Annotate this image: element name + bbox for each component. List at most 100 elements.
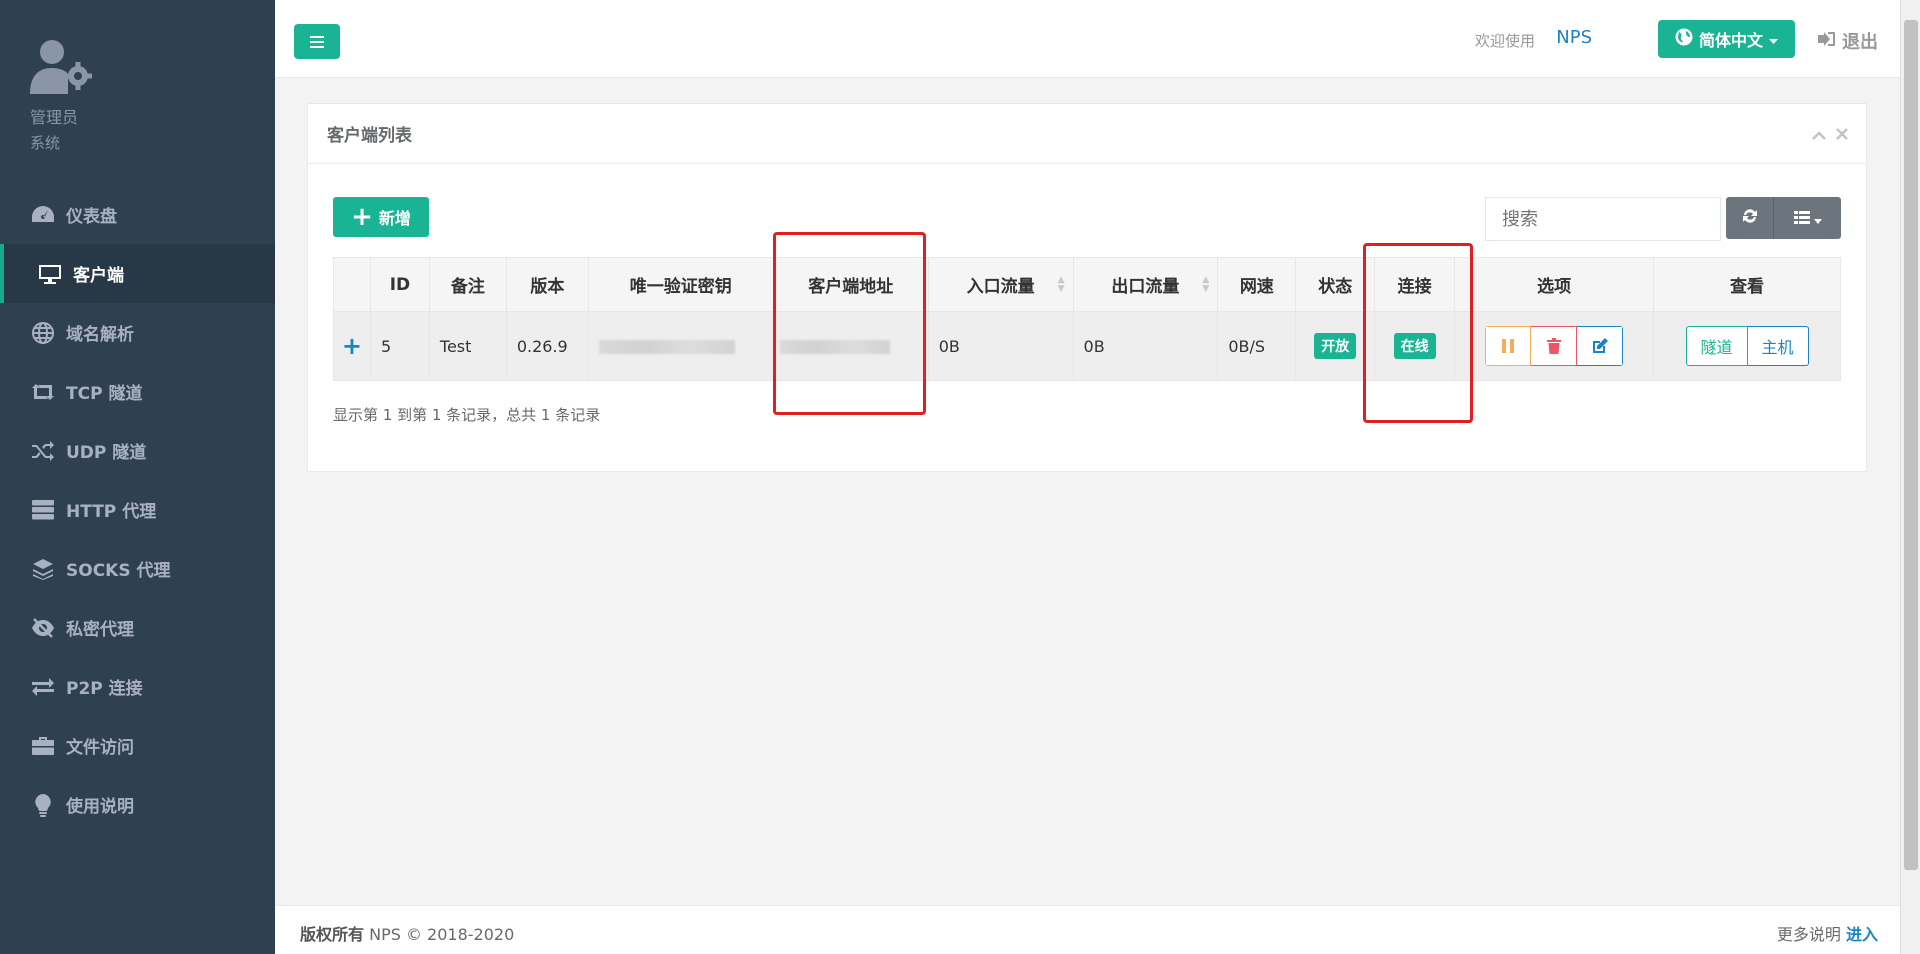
edit-icon — [1592, 338, 1608, 353]
language-label: 简体中文 — [1698, 31, 1763, 50]
expand-column-header — [333, 257, 371, 312]
sidebar-item-clients[interactable]: 客户端 — [0, 244, 275, 303]
cell-remark: Test — [428, 311, 507, 381]
panel-tools — [1812, 124, 1848, 145]
logout-link[interactable]: 退出 — [1818, 28, 1878, 54]
column-header: 备注 — [428, 257, 507, 312]
sidebar-item-udp[interactable]: UDP 隧道 — [0, 421, 275, 480]
expand-row-button[interactable]: + — [333, 311, 371, 381]
sidebar-item-label: SOCKS 代理 — [66, 561, 171, 581]
pause-button[interactable] — [1485, 326, 1532, 366]
sign-out-icon — [1818, 31, 1836, 52]
sidebar-item-files[interactable]: 文件访问 — [0, 716, 275, 775]
menu-toggle-button[interactable] — [294, 24, 340, 59]
columns-toggle-button[interactable] — [1774, 197, 1841, 239]
eye-slash-icon — [30, 615, 56, 641]
brand-link[interactable]: NPS — [1556, 27, 1592, 48]
dashboard-icon — [30, 202, 56, 228]
sidebar-item-label: 私密代理 — [66, 620, 134, 640]
sidebar-item-label: HTTP 代理 — [66, 502, 157, 522]
sidebar: 管理员 系统 仪表盘 客户端 域名解析 TCP 隧道 UDP 隧道 HTTP 代… — [0, 0, 275, 954]
sidebar-item-label: 客户端 — [73, 266, 124, 286]
sidebar-item-secret[interactable]: 私密代理 — [0, 598, 275, 657]
edit-button[interactable] — [1577, 326, 1624, 366]
plus-icon: + — [341, 332, 363, 360]
footer: 版权所有 NPS © 2018-2020 更多说明 进入 — [275, 905, 1900, 954]
refresh-icon — [1741, 207, 1759, 229]
layers-icon — [30, 556, 56, 582]
plus-icon: + — [351, 202, 373, 232]
view-buttons: 隧道 主机 — [1685, 326, 1809, 366]
search-input[interactable] — [1485, 197, 1721, 241]
briefcase-icon — [30, 733, 56, 759]
cell-id: 5 — [369, 311, 430, 381]
random-icon — [30, 438, 56, 464]
server-icon — [30, 497, 56, 523]
column-header: 唯一验证密钥 — [587, 257, 774, 312]
redacted-key — [598, 340, 735, 354]
cell-connection: 在线 — [1374, 311, 1456, 381]
column-header[interactable]: ID — [369, 257, 430, 312]
table-toolbar — [1726, 197, 1841, 239]
panel-title: 客户端列表 — [308, 104, 1866, 164]
chevron-up-icon[interactable] — [1812, 124, 1826, 145]
sidebar-item-help[interactable]: 使用说明 — [0, 775, 275, 834]
cell-in-traffic: 0B — [927, 311, 1074, 381]
column-header: 状态 — [1295, 257, 1376, 312]
logout-label: 退出 — [1842, 32, 1878, 53]
sidebar-nav: 仪表盘 客户端 域名解析 TCP 隧道 UDP 隧道 HTTP 代理 SOCKS… — [0, 185, 275, 834]
top-bar: 欢迎使用 NPS 简体中文 退出 — [275, 0, 1900, 78]
language-dropdown[interactable]: 简体中文 — [1658, 20, 1795, 58]
column-header-label: 出口流量 — [1111, 277, 1180, 297]
sidebar-item-p2p[interactable]: P2P 连接 — [0, 657, 275, 716]
delete-button[interactable] — [1531, 326, 1578, 366]
sidebar-item-dashboard[interactable]: 仪表盘 — [0, 185, 275, 244]
pause-icon — [1502, 339, 1515, 353]
scrollbar-thumb[interactable] — [1904, 20, 1918, 870]
profile-role: 系统 — [30, 134, 61, 152]
user-settings-icon[interactable] — [30, 38, 94, 94]
globe-icon — [1675, 28, 1693, 50]
cell-client-address — [772, 311, 929, 381]
profile: 管理员 系统 — [30, 38, 94, 153]
refresh-button[interactable] — [1726, 197, 1774, 239]
sidebar-item-label: 文件访问 — [66, 738, 134, 758]
copyright-text: NPS © 2018-2020 — [364, 925, 515, 944]
more-label: 更多说明 — [1776, 925, 1841, 944]
more-info: 更多说明 进入 — [1777, 921, 1878, 945]
close-icon[interactable] — [1836, 124, 1848, 145]
more-link[interactable]: 进入 — [1846, 925, 1878, 944]
add-label: 新增 — [378, 209, 411, 228]
exchange-icon — [30, 674, 56, 700]
column-header: 客户端地址 — [772, 257, 929, 312]
sidebar-item-label: 域名解析 — [66, 325, 134, 345]
column-header: 网速 — [1217, 257, 1297, 312]
sidebar-item-label: TCP 隧道 — [66, 384, 143, 404]
sidebar-item-domain[interactable]: 域名解析 — [0, 303, 275, 362]
pagination-info: 显示第 1 到第 1 条记录，总共 1 条记录 — [333, 406, 601, 424]
client-list-panel: 客户端列表 + 新增 搜索 ID 备注 版本 唯一验证密钥 客户端地址 入口流量… — [307, 103, 1867, 472]
globe-icon — [30, 320, 56, 346]
sidebar-item-tcp[interactable]: TCP 隧道 — [0, 362, 275, 421]
desktop-icon — [37, 261, 63, 287]
sidebar-item-socks[interactable]: SOCKS 代理 — [0, 539, 275, 598]
column-header: 版本 — [505, 257, 589, 312]
sidebar-item-http[interactable]: HTTP 代理 — [0, 480, 275, 539]
clients-table: ID 备注 版本 唯一验证密钥 客户端地址 入口流量 ▲ ▼ 出口流量 ▲ ▼ 网速… — [333, 257, 1841, 381]
welcome-text: 欢迎使用 — [1474, 32, 1535, 50]
caret-down-icon — [1769, 30, 1778, 49]
cell-verify-key — [587, 311, 774, 381]
column-header-label: 入口流量 — [966, 277, 1035, 297]
view-tunnel-button[interactable]: 隧道 — [1685, 326, 1748, 366]
column-header: 连接 — [1374, 257, 1456, 312]
cell-options — [1454, 311, 1655, 381]
add-client-button[interactable]: + 新增 — [333, 197, 429, 237]
column-header-sortable[interactable]: 入口流量 ▲ ▼ — [927, 257, 1074, 312]
vertical-scrollbar[interactable] — [1900, 0, 1920, 954]
column-header-sortable[interactable]: 出口流量 ▲ ▼ — [1072, 257, 1219, 312]
view-host-button[interactable]: 主机 — [1747, 326, 1809, 366]
column-header: 查看 — [1653, 257, 1841, 312]
profile-name[interactable]: 管理员 — [30, 104, 94, 128]
row-options — [1485, 326, 1624, 366]
copyright-label: 版权所有 — [300, 925, 365, 944]
